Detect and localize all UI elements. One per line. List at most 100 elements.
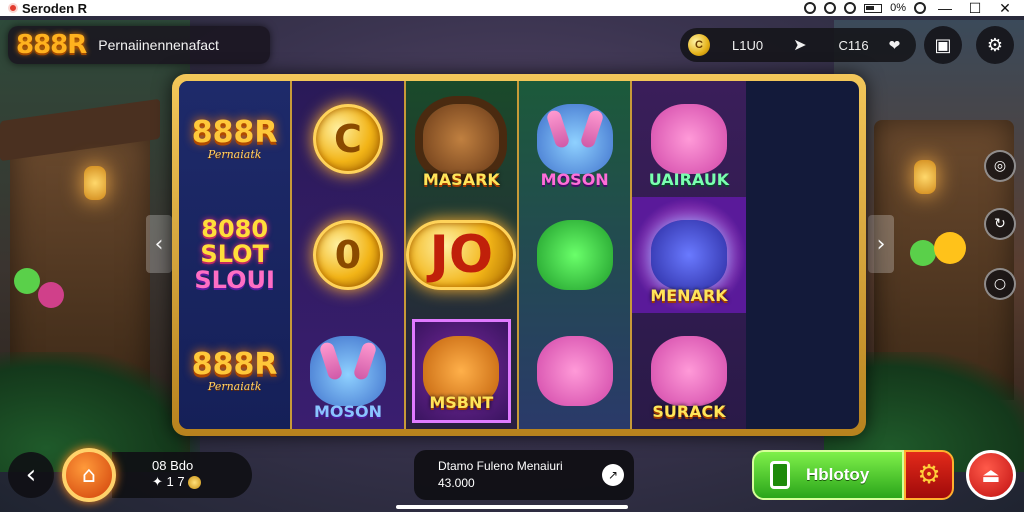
reel-symbol: MOSON — [292, 313, 403, 429]
bunny-icon — [536, 104, 613, 174]
reel-column: UAIRAUK MENARK SURACK — [632, 81, 746, 429]
refresh-icon: ↻ — [994, 216, 1006, 232]
game-logo-banner: 888R Pernaiinennenafact — [8, 26, 270, 64]
app-title: Seroden R — [22, 0, 88, 16]
reel-symbol: MASARK — [406, 81, 517, 197]
gear-icon: ⚙ — [917, 460, 941, 490]
bet-line-1: 08 Bdo — [152, 458, 194, 473]
pig-icon — [536, 336, 613, 406]
symbol-label: SURACK — [652, 402, 726, 421]
symbol-label: MASARK — [422, 170, 500, 189]
window-title-bar: Seroden R 0% — ☐ ✕ — [0, 0, 1024, 16]
slot-reel-frame: 888R Pernaiatk 8080 SLOT SLOUI 888R Pern… — [172, 74, 866, 436]
reel-symbol: UAIRAUK — [632, 81, 745, 197]
gold-coin-icon: 0 — [312, 220, 383, 290]
fruit-icon — [38, 282, 64, 308]
play-button[interactable]: Hblotoy — [752, 450, 904, 500]
reel-symbol: MOSON — [519, 81, 630, 197]
battery-percent: 0% — [890, 2, 906, 14]
reel-symbol: SURACK — [632, 313, 745, 429]
hut-left — [10, 130, 150, 390]
symbol-label: MSBNT — [429, 393, 494, 412]
gear-icon: ⚙ — [986, 34, 1004, 56]
symbol-slot-line: SLOT — [200, 240, 269, 269]
side-button-2[interactable]: ↻ — [984, 208, 1016, 240]
symbol-slot-line: SLOUI — [194, 265, 275, 294]
reel-symbol: 8080 SLOT SLOUI — [179, 197, 290, 313]
reel-next-arrow[interactable]: › — [868, 215, 894, 273]
swap-icon[interactable]: ➤ — [793, 35, 806, 55]
home-button[interactable]: ⌂ — [62, 448, 116, 502]
wifi-icon — [844, 2, 857, 14]
settings-button[interactable]: ⚙ — [976, 26, 1014, 64]
bet-line-2-row: ✦ 1 7 — [152, 474, 252, 490]
bet-line-2: 1 7 — [166, 474, 185, 489]
maximize-button[interactable]: ☐ — [964, 0, 986, 17]
phone-icon — [770, 461, 790, 489]
reel-symbol: JO — [406, 197, 517, 313]
chevron-left-icon: ‹ — [154, 231, 164, 257]
reel-column: MOSON — [519, 81, 633, 429]
chevron-right-icon: › — [876, 231, 886, 257]
fruit-icon — [910, 240, 936, 266]
auto-spin-button[interactable]: ⚙ — [904, 450, 954, 500]
balance-panel: C L1U0 ➤ C116 ❤ — [680, 28, 916, 62]
controller-icon[interactable] — [914, 2, 926, 14]
gold-coin-icon: JO — [406, 220, 517, 290]
minimize-button[interactable]: — — [934, 0, 956, 16]
reel-symbol: C — [292, 81, 403, 197]
camera-button[interactable]: ▣ — [924, 26, 962, 64]
coin-icon: C — [688, 34, 710, 56]
symbol-logo-sub: Pernaiatk — [207, 147, 262, 161]
star-icon: ✦ — [152, 474, 163, 489]
battery-icon — [864, 3, 883, 13]
game-subtitle: Pernaiinennenafact — [98, 37, 219, 53]
symbol-logo-text: 888R — [191, 114, 278, 150]
exit-icon: ⏏ — [981, 463, 1001, 487]
side-button-1[interactable]: ◎ — [984, 150, 1016, 182]
info-panel: Dtamo Fuleno Menaiuri 43.000 ↗ — [414, 450, 634, 500]
exit-button[interactable]: ⏏ — [966, 450, 1016, 500]
chevron-left-icon: ‹ — [25, 460, 37, 490]
symbol-slot-line: 8080 — [201, 215, 269, 244]
camera-icon: ▣ — [934, 34, 952, 56]
pig-icon — [650, 104, 727, 174]
fruit-icon — [934, 232, 966, 264]
lantern-icon — [84, 166, 106, 200]
slot-reels: 888R Pernaiatk 8080 SLOT SLOUI 888R Pern… — [179, 81, 859, 429]
reel-column: C 0 MOSON — [292, 81, 406, 429]
symbol-label: MENARK — [650, 286, 728, 305]
side-button-3[interactable]: ○ — [984, 268, 1016, 300]
gold-coin-icon: C — [312, 104, 383, 174]
reel-symbol: MENARK — [632, 197, 746, 313]
symbol-logo-text: 888R — [191, 346, 278, 382]
symbol-label: UAIRAUK — [648, 170, 730, 189]
coin-icon — [188, 476, 202, 490]
bet-value: C116 — [838, 37, 869, 53]
lantern-icon — [914, 160, 936, 194]
reel-prev-arrow[interactable]: ‹ — [146, 215, 172, 273]
game-logo: 888R — [16, 30, 87, 60]
reel-symbol: 0 — [292, 197, 403, 313]
reel-column: 888R Pernaiatk 8080 SLOT SLOUI 888R Pern… — [179, 81, 293, 429]
heart-icon[interactable]: ❤ — [889, 37, 901, 54]
home-icon: ⌂ — [82, 462, 96, 488]
cat-icon — [650, 220, 727, 290]
reel-symbol — [519, 313, 630, 429]
settings-tray-icon[interactable] — [804, 2, 817, 14]
lion-icon — [423, 104, 500, 174]
search-icon: ○ — [993, 276, 1007, 292]
bet-panel: 08 Bdo ✦ 1 7 — [112, 452, 252, 498]
symbol-label: MOSON — [540, 170, 609, 189]
close-button[interactable]: ✕ — [994, 0, 1016, 17]
back-button[interactable]: ‹ — [8, 452, 54, 498]
app-icon — [8, 3, 18, 13]
home-indicator[interactable] — [396, 505, 628, 509]
share-icon[interactable]: ↗ — [602, 464, 624, 486]
target-icon: ◎ — [993, 158, 1007, 174]
bunny-icon — [309, 336, 386, 406]
symbol-label: MOSON — [313, 402, 383, 421]
reel-symbol: 888R Pernaiatk — [179, 81, 290, 197]
reel-symbol: 888R Pernaiatk — [179, 313, 290, 429]
notification-tray-icon[interactable] — [824, 2, 837, 14]
